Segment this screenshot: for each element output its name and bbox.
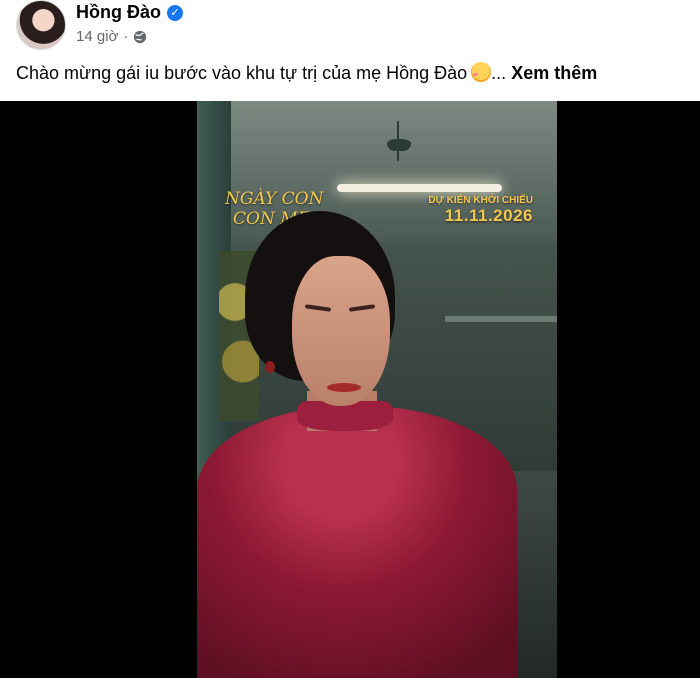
ceiling-fan: [387, 121, 423, 161]
post-timestamp[interactable]: 14 giờ: [76, 28, 118, 45]
author-avatar[interactable]: [16, 0, 66, 50]
red-ao-dai: [197, 406, 517, 678]
video-frame[interactable]: NGÀY CON CON MẸ DỰ KIẾN KHỞI CHIẾU 11.11…: [197, 101, 557, 678]
verified-badge-icon: ✓: [167, 4, 183, 21]
meta-separator: ·: [123, 28, 129, 45]
wall-shelf: [445, 316, 557, 322]
release-info: DỰ KIẾN KHỞI CHIẾU 11.11.2026: [428, 195, 533, 226]
ceiling-light: [337, 184, 502, 192]
author-name[interactable]: Hồng Đào: [76, 2, 161, 23]
globe-icon[interactable]: [133, 30, 147, 44]
earring: [265, 361, 275, 373]
author-name-row: Hồng Đào ✓: [76, 2, 183, 23]
release-date: 11.11.2026: [444, 206, 533, 225]
post-meta: 14 giờ ·: [76, 28, 147, 45]
smiling-hearts-emoji-icon: [471, 62, 492, 82]
actress-lips: [327, 383, 361, 392]
post-header: Hồng Đào ✓ 14 giờ ·: [0, 0, 700, 56]
post-media[interactable]: NGÀY CON CON MẸ DỰ KIẾN KHỞI CHIẾU 11.11…: [0, 101, 700, 678]
caption-text: Chào mừng gái iu bước vào khu tự trị của…: [16, 63, 468, 83]
caption-ellipsis: ...: [491, 63, 507, 83]
movie-title-line1: NGÀY CON: [225, 189, 324, 209]
release-label: DỰ KIẾN KHỞI CHIẾU: [428, 195, 533, 206]
see-more-link[interactable]: Xem thêm: [511, 63, 597, 83]
post-caption: Chào mừng gái iu bước vào khu tự trị của…: [16, 62, 597, 84]
